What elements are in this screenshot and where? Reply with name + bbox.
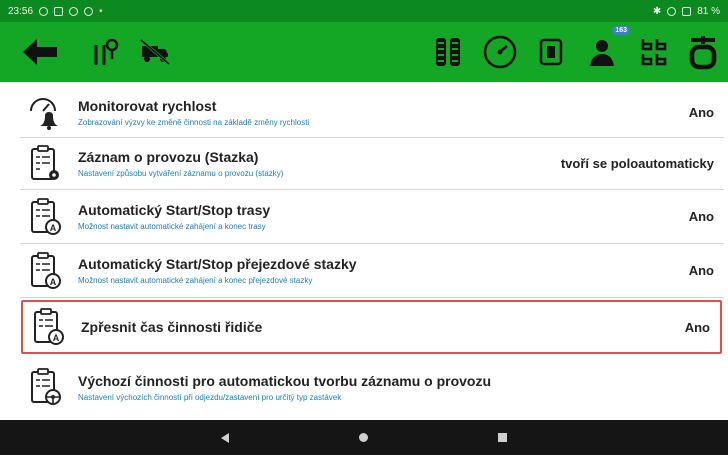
app-logo-button[interactable] (678, 22, 728, 82)
truck-off-icon (140, 38, 170, 66)
nav-home-icon[interactable] (359, 433, 368, 442)
svg-text:A: A (53, 333, 60, 343)
setting-subtitle: Možnost nastavit automatické zahájení a … (78, 222, 266, 231)
setting-row-auto-transfer[interactable]: A Automatický Start/Stop přejezdové staz… (20, 244, 724, 298)
fuel-icon (539, 38, 563, 66)
truck-button[interactable] (130, 22, 180, 82)
setting-row-auto-route[interactable]: A Automatický Start/Stop trasy Možnost n… (20, 190, 724, 244)
notification-badge: 163 (612, 26, 630, 35)
route-button[interactable] (80, 22, 130, 82)
bluetooth-icon: ✱ (652, 5, 662, 17)
eye-icon (69, 6, 79, 16)
setting-value: tvoří se poloautomaticky (560, 156, 714, 171)
tire-icon (436, 38, 460, 66)
clipboard-auto-icon: A (22, 248, 68, 294)
settings-list: Monitorovat rychlost Zobrazování výzvy k… (0, 82, 728, 448)
fuel-button[interactable] (526, 22, 576, 82)
location-icon (667, 6, 677, 16)
setting-row-default-activities[interactable]: Výchozí činnosti pro automatickou tvorbu… (20, 356, 724, 418)
setting-title: Záznam o provozu (Stazka) (78, 149, 259, 165)
eye-icon (39, 6, 49, 16)
setting-value: Ano (684, 319, 710, 335)
back-button[interactable] (0, 22, 80, 82)
battery-level: 81 % (697, 5, 720, 17)
nav-back-icon[interactable] (221, 432, 229, 443)
setting-subtitle: Nastavení výchozích činností při odjezdu… (78, 392, 342, 402)
app-logo-icon (689, 36, 717, 70)
toolbar: 163 (0, 22, 728, 82)
dot-icon: • (99, 5, 103, 17)
setting-value: Ano (688, 209, 714, 224)
status-bar: 23:56 • ✱ 81 % (0, 0, 728, 22)
svg-text:A: A (50, 223, 57, 233)
driver-icon (590, 40, 614, 66)
speedometer-bell-icon (22, 90, 68, 136)
clipboard-auto-icon: A (25, 304, 71, 350)
arrow-left-icon (23, 39, 57, 65)
svg-text:A: A (50, 277, 57, 287)
setting-row-speed-monitor[interactable]: Monitorovat rychlost Zobrazování výzvy k… (20, 88, 724, 138)
nav-recents-icon[interactable] (498, 433, 507, 442)
grid-button[interactable] (630, 22, 678, 82)
setting-row-driver-time[interactable]: A Zpřesnit čas činnosti řidiče Ano (21, 300, 722, 354)
setting-title: Monitorovat rychlost (78, 98, 217, 114)
clipboard-auto-icon: A (22, 194, 68, 240)
signal-icon (682, 6, 692, 16)
setting-row-trip-record[interactable]: Záznam o provozu (Stazka) Nastavení způs… (20, 138, 724, 190)
tires-button[interactable] (424, 22, 474, 82)
setting-title: Automatický Start/Stop přejezdové stazky (78, 256, 357, 272)
driver-button[interactable]: 163 (576, 22, 630, 82)
grid-logo-icon (641, 39, 667, 66)
gauge-button[interactable] (474, 22, 526, 82)
setting-value: Ano (688, 263, 714, 278)
clipboard-steering-icon (22, 364, 68, 410)
setting-subtitle: Zobrazování výzvy ke změně činnosti na z… (78, 118, 310, 127)
setting-subtitle: Nastavení způsobu vytváření záznamu o pr… (78, 169, 284, 178)
clipboard-gear-icon (22, 141, 68, 187)
setting-subtitle: Možnost nastavit automatické zahájení a … (78, 276, 313, 285)
setting-title: Zpřesnit čas činnosti řidiče (81, 318, 263, 335)
system-nav-bar (0, 420, 728, 455)
setting-title: Automatický Start/Stop trasy (78, 202, 271, 218)
setting-value: Ano (688, 105, 714, 120)
status-time: 23:56 (8, 5, 34, 17)
setting-title: Výchozí činnosti pro automatickou tvorbu… (78, 372, 492, 389)
gauge-icon (483, 35, 517, 69)
mail-icon (54, 6, 64, 16)
parking-icon (84, 6, 94, 16)
route-icon (94, 38, 119, 65)
